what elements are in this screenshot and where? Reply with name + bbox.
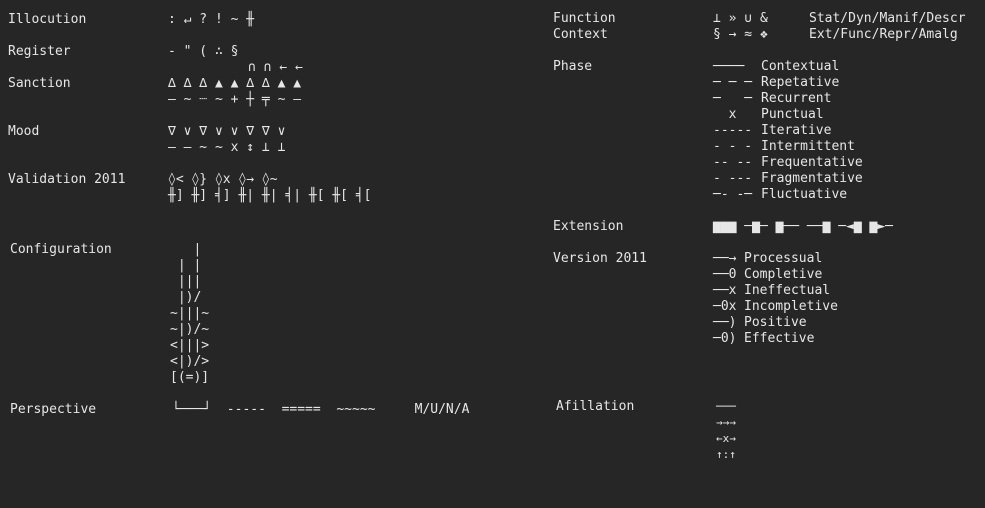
phase-symbol: -----	[713, 123, 753, 138]
context-desc: Ext/Func/Repr/Amalg	[809, 27, 958, 42]
phase-row: - --- Fragmentative	[713, 171, 863, 187]
version-row: ─0x Incompletive	[713, 299, 838, 315]
afillation-line: ↑:↑	[716, 448, 736, 461]
phase-symbol: x	[713, 107, 737, 122]
version-label: Version 2011	[553, 251, 647, 266]
configuration-line: | |	[170, 258, 202, 273]
phase-row: ─ ─ ─ Repetative	[713, 75, 863, 91]
perspective-glyphs: └───┘ ----- ===== ~~~~~ M/U/N/A	[172, 402, 470, 417]
version-name: Processual	[744, 251, 823, 266]
sanction-top-glyphs: ∩ ∩ ← ←	[248, 60, 303, 75]
context-glyphs: § → ≈ ❖	[713, 27, 768, 42]
phase-row: ─ ─ Recurrent	[713, 91, 863, 107]
version-symbol: ──x	[713, 283, 737, 298]
version-row: ─0) Effective	[713, 331, 838, 347]
phase-row: - - - Intermittent	[713, 139, 863, 155]
phase-name: Fluctuative	[761, 187, 848, 202]
phase-symbol: -- --	[713, 155, 753, 170]
version-row: ──0 Completive	[713, 267, 838, 283]
register-glyphs: - " ( ∴ §	[168, 44, 239, 59]
phase-name: Frequentative	[761, 155, 863, 170]
version-row: ──) Positive	[713, 315, 838, 331]
version-row: ──→ Processual	[713, 251, 838, 267]
configuration-line: <|||>	[170, 338, 210, 353]
version-symbol: ─0x	[713, 299, 737, 314]
perspective-label: Perspective	[10, 402, 97, 417]
version-name: Effective	[744, 331, 815, 346]
afillation-line: ←x→	[716, 432, 736, 445]
extension-label: Extension	[553, 219, 624, 234]
configuration-line: |)/	[170, 290, 202, 305]
register-label: Register	[8, 44, 71, 59]
illocution-label: Illocution	[8, 12, 87, 27]
phase-row: x Punctual	[713, 107, 863, 123]
version-name: Positive	[744, 315, 807, 330]
phase-name: Fragmentative	[761, 171, 863, 186]
phase-name: Recurrent	[761, 91, 832, 106]
phase-symbol: ────	[713, 59, 745, 74]
configuration-glyph-block: | | | ||| |)/ ~|||~ ~|)/~ <|||> <|)/> [(…	[170, 242, 209, 386]
phase-row: ──── Contextual	[713, 59, 863, 75]
afillation-glyph-block: ─── →→→ ←x→ ↑:↑	[716, 399, 736, 463]
phase-name: Iterative	[761, 123, 832, 138]
version-list: ──→ Processual ──0 Completive ──x Ineffectu…	[713, 251, 838, 347]
extension-glyphs: ▆▆▆ ─▆─ ▆── ──▆ ─◄▆ ▆►─	[713, 219, 894, 234]
context-label: Context	[553, 27, 608, 42]
version-name: Ineffectual	[744, 283, 831, 298]
illocution-glyphs: : ↵ ? ! ~ ╫	[168, 12, 255, 27]
phase-row: ----- Iterative	[713, 123, 863, 139]
phase-row: -- -- Frequentative	[713, 155, 863, 171]
configuration-line: [(=)]	[170, 370, 210, 385]
phase-symbol: ─ ─	[713, 91, 753, 106]
phase-row: ─- -─ Fluctuative	[713, 187, 863, 203]
configuration-line: ~|||~	[170, 306, 210, 321]
mood-row1: ∇ ∨ ∇ ∨ ∨ ∇ ∇ ∨	[168, 124, 286, 139]
function-glyphs: ⊥ » ∪ &	[713, 11, 768, 26]
phase-name: Punctual	[761, 107, 824, 122]
mood-row2: – – ~ ~ x ↕ ⊥ ⊥	[168, 140, 286, 155]
phase-symbol: - ---	[713, 171, 753, 186]
afillation-line: ───	[716, 400, 736, 413]
phase-symbol: ─ ─ ─	[713, 75, 753, 90]
sanction-row1: ∆ ∆ ∆ ▲ ▲ ∆ ∆ ▲ ▲	[168, 76, 302, 91]
validation-row1: ◊< ◊} ◊x ◊→ ◊~	[168, 172, 278, 187]
phase-symbol: - - -	[713, 139, 753, 154]
configuration-line: <|)/>	[170, 354, 210, 369]
version-name: Completive	[744, 267, 823, 282]
configuration-line: |||	[170, 274, 202, 289]
phase-name: Contextual	[761, 59, 840, 74]
function-desc: Stat/Dyn/Manif/Descr	[809, 11, 966, 26]
sanction-label: Sanction	[8, 76, 71, 91]
version-row: ──x Ineffectual	[713, 283, 838, 299]
version-name: Incompletive	[744, 299, 838, 314]
phase-name: Intermittent	[761, 139, 855, 154]
configuration-line: |	[170, 242, 202, 257]
configuration-line: ~|)/~	[170, 322, 210, 337]
validation-row2: ╫] ╫] ╡] ╫| ╫| ╡| ╫[ ╫[ ╡[	[168, 188, 372, 203]
version-symbol: ──)	[713, 315, 737, 330]
phase-name: Repetative	[761, 75, 840, 90]
version-symbol: ──→	[713, 251, 737, 266]
validation-label: Validation 2011	[8, 172, 126, 187]
function-label: Function	[553, 11, 616, 26]
afillation-line: →→→	[716, 416, 736, 429]
version-symbol: ─0)	[713, 331, 737, 346]
afillation-label: Afillation	[556, 399, 635, 414]
phase-label: Phase	[553, 59, 593, 74]
mood-label: Mood	[8, 124, 40, 139]
version-symbol: ──0	[713, 267, 737, 282]
phase-list: ──── Contextual ─ ─ ─ Repetative ─ ─ Recurr…	[713, 59, 863, 203]
configuration-label: Configuration	[10, 242, 112, 257]
phase-symbol: ─- -─	[713, 187, 753, 202]
sanction-row2: – ~ ┈ ~ + ┼ ╤ ~ –	[168, 92, 302, 107]
